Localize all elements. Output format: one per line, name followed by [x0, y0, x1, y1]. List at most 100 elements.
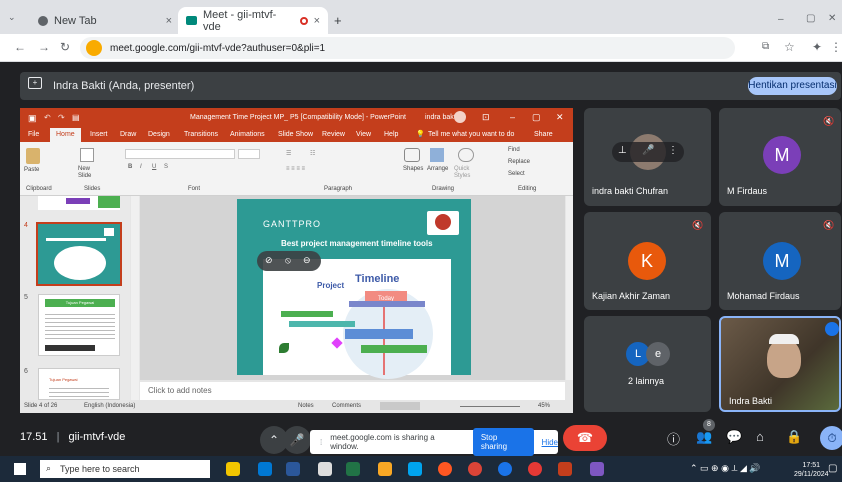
taskbar-app-icon[interactable]: [590, 462, 604, 476]
windows-start-icon[interactable]: [14, 463, 26, 475]
microphone-icon[interactable]: 🎤: [283, 426, 311, 454]
meeting-details-icon[interactable]: ⓘ: [667, 429, 680, 448]
slide-thumbnail-3[interactable]: [38, 196, 120, 210]
menu-animations[interactable]: Animations: [230, 131, 265, 138]
ribbon-options-icon[interactable]: ⊡: [482, 112, 490, 123]
participant-tile-self[interactable]: Indra Bakti: [719, 316, 841, 412]
taskbar-app-icon[interactable]: [346, 462, 360, 476]
ppt-maximize-button[interactable]: ▢: [532, 112, 541, 123]
extensions-icon[interactable]: ✦: [812, 40, 822, 54]
zoom-level[interactable]: 45%: [538, 403, 550, 409]
slideshow-icon[interactable]: ▤: [72, 113, 80, 122]
new-slide-button[interactable]: New Slide: [78, 166, 102, 180]
drag-handle-icon[interactable]: ⁞: [320, 438, 322, 447]
taskbar-app-icon[interactable]: [528, 462, 542, 476]
participant-tile[interactable]: 🔇 K Kajian Akhir Zaman: [584, 212, 711, 310]
site-info-icon[interactable]: [86, 40, 102, 56]
slide-thumbnail-5[interactable]: Tujuan Pegawai: [38, 294, 120, 356]
menu-icon[interactable]: ⋮: [830, 40, 842, 54]
menu-draw[interactable]: Draw: [120, 131, 136, 138]
thumbnail-scrollbar[interactable]: [131, 196, 139, 400]
shadow-icon[interactable]: S: [164, 164, 168, 170]
window-close-button[interactable]: ✕: [828, 13, 836, 24]
translate-icon[interactable]: ⧉: [762, 41, 769, 52]
notifications-icon[interactable]: ▢: [828, 463, 837, 474]
current-slide[interactable]: GANTTPRO Best project management timelin…: [237, 199, 471, 379]
taskbar-app-icon[interactable]: [318, 462, 332, 476]
ppt-close-button[interactable]: ✕: [556, 112, 564, 123]
tab-meet[interactable]: Meet - gii-mtvf-vde ×: [178, 7, 328, 34]
notes-pane[interactable]: Click to add notes: [140, 382, 565, 400]
people-icon[interactable]: 👥: [696, 429, 712, 445]
chrome-icon[interactable]: [468, 462, 482, 476]
comments-toggle[interactable]: Comments: [332, 403, 361, 409]
menu-transitions[interactable]: Transitions: [184, 131, 218, 138]
close-icon[interactable]: ×: [314, 15, 320, 27]
reload-icon[interactable]: ↻: [60, 40, 70, 54]
tab-list-icon[interactable]: ⌄: [8, 12, 16, 23]
participant-tile-others[interactable]: L e 2 lainnya: [584, 316, 711, 412]
redo-icon[interactable]: ↷: [58, 113, 65, 122]
arrange-button[interactable]: Arrange: [427, 166, 448, 172]
tab-new-tab[interactable]: New Tab ×: [30, 7, 180, 34]
chat-icon[interactable]: 💬: [726, 429, 742, 445]
host-controls-icon[interactable]: 🔒: [786, 429, 802, 445]
forward-icon[interactable]: →: [38, 40, 50, 54]
word-icon[interactable]: [286, 462, 300, 476]
tell-me-box[interactable]: Tell me what you want to do: [428, 131, 514, 138]
italic-icon[interactable]: I: [140, 164, 142, 170]
url-bar[interactable]: meet.google.com/gii-mtvf-vde?authuser=0&…: [80, 37, 735, 59]
user-avatar[interactable]: [454, 111, 466, 123]
taskbar-app-icon[interactable]: [438, 462, 452, 476]
arrange-icon[interactable]: [430, 148, 444, 162]
participant-tile[interactable]: 🔇 M Mohamad Firdaus: [719, 212, 841, 310]
taskbar-app-icon[interactable]: [378, 462, 392, 476]
menu-home[interactable]: Home: [50, 128, 81, 142]
paste-button[interactable]: Paste: [24, 167, 39, 173]
participant-tile[interactable]: 🔇 M M Firdaus: [719, 108, 841, 206]
bullets-icon[interactable]: ☰: [286, 150, 291, 157]
save-icon[interactable]: ▣: [28, 113, 37, 124]
underline-icon[interactable]: U: [152, 164, 156, 170]
taskbar-app-icon[interactable]: [226, 462, 240, 476]
taskbar-app-icon[interactable]: [408, 462, 422, 476]
select-button[interactable]: Select: [508, 171, 525, 177]
system-tray-icons[interactable]: ⌃ ▭ ⊕ ◉ ⟂ ◢ 🔊: [690, 463, 761, 474]
language-indicator[interactable]: English (Indonesia): [84, 403, 135, 409]
menu-file[interactable]: File: [28, 131, 39, 138]
menu-help[interactable]: Help: [384, 131, 398, 138]
paste-icon[interactable]: [26, 148, 40, 164]
taskbar-search[interactable]: ⌕ Type here to search: [40, 460, 210, 478]
mic-icon[interactable]: 🎤: [642, 145, 654, 156]
hide-link[interactable]: Hide: [542, 438, 558, 447]
remove-icon[interactable]: ⊖: [303, 255, 311, 266]
timer-icon[interactable]: ⏱: [820, 426, 842, 450]
quick-styles-icon[interactable]: [458, 148, 474, 162]
slide-thumbnail-4[interactable]: [36, 222, 122, 286]
minimize-button[interactable]: –: [778, 14, 784, 25]
taskbar-app-icon[interactable]: [498, 462, 512, 476]
powerpoint-icon[interactable]: [558, 462, 572, 476]
notes-toggle[interactable]: Notes: [298, 403, 314, 409]
zoom-slider[interactable]: [460, 406, 520, 407]
mute-icon[interactable]: ⦸: [285, 255, 291, 266]
taskbar-app-icon[interactable]: [258, 462, 272, 476]
unpin-icon[interactable]: ⊘: [265, 255, 273, 266]
stop-presenting-button[interactable]: Hentikan presentasi: [748, 77, 837, 95]
menu-design[interactable]: Design: [148, 131, 170, 138]
pin-icon[interactable]: ⊥: [618, 145, 627, 156]
menu-view[interactable]: View: [356, 131, 371, 138]
menu-review[interactable]: Review: [322, 131, 345, 138]
view-buttons[interactable]: [380, 402, 420, 410]
more-options-icon[interactable]: ⋮: [668, 145, 678, 156]
align-icon[interactable]: ≡ ≡ ≡ ≡: [286, 166, 305, 172]
bookmark-star-icon[interactable]: ☆: [784, 40, 795, 54]
find-button[interactable]: Find: [508, 147, 520, 153]
taskbar-clock[interactable]: 17:51 29/11/2024: [794, 461, 829, 479]
new-slide-icon[interactable]: [80, 148, 94, 162]
participant-tile[interactable]: ⊥ 🎤 ⋮ indra bakti Chufran: [584, 108, 711, 206]
share-button[interactable]: Share: [534, 131, 553, 138]
menu-insert[interactable]: Insert: [90, 131, 108, 138]
maximize-button[interactable]: ▢: [806, 13, 815, 24]
menu-slide-show[interactable]: Slide Show: [278, 131, 313, 138]
